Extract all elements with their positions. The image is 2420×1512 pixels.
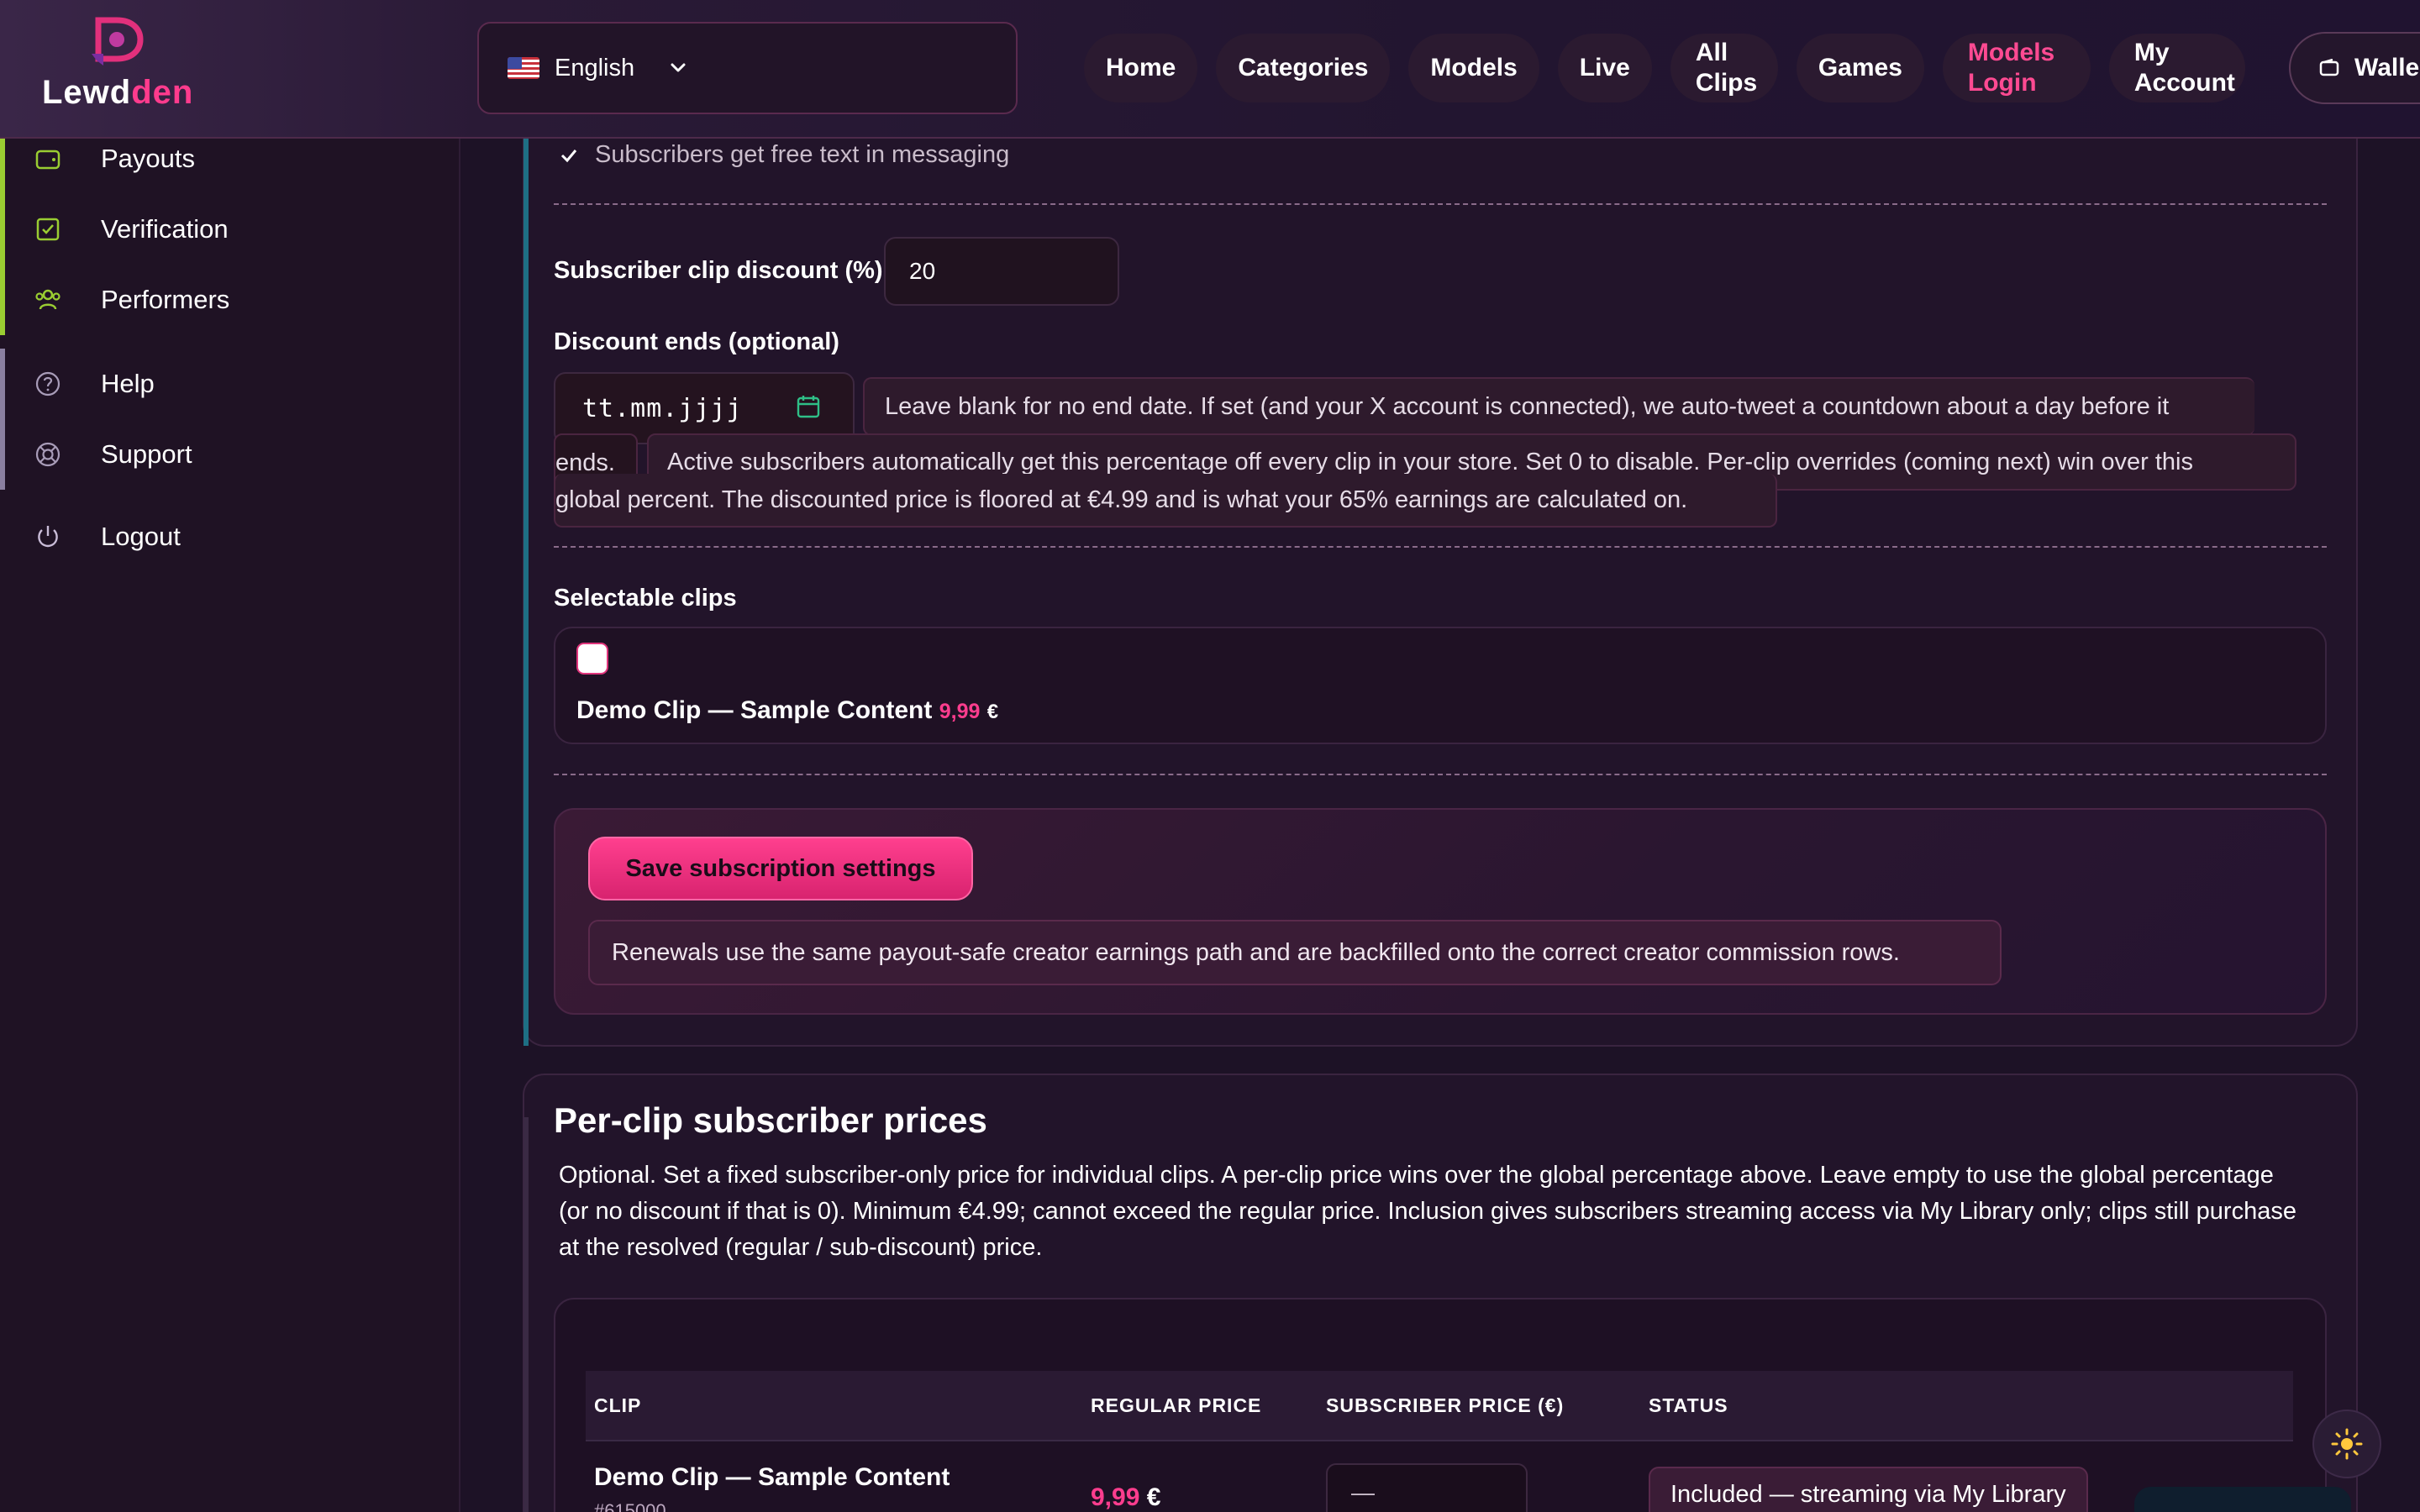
nav-categories[interactable]: Categories bbox=[1216, 34, 1391, 102]
nav-models-login[interactable]: Models Login bbox=[1942, 34, 2091, 102]
selectable-clips-label: Selectable clips bbox=[554, 585, 737, 612]
logo[interactable]: Lewdden bbox=[42, 17, 193, 113]
discount-hint-cont: global percent. The discounted price is … bbox=[554, 474, 1777, 528]
sidebar-item-performers[interactable]: Performers bbox=[0, 265, 460, 335]
nav-all-clips[interactable]: All Clips bbox=[1670, 34, 1778, 102]
sidebar-item-label: Performers bbox=[101, 285, 230, 314]
divider bbox=[554, 774, 2327, 775]
top-header: Lewdden English Home Categories Models L… bbox=[0, 0, 2420, 139]
wallet-label: Walle bbox=[2354, 54, 2420, 81]
end-date-hint: Leave blank for no end date. If set (and… bbox=[863, 377, 2254, 436]
discount-ends-label: Discount ends (optional) bbox=[554, 328, 839, 355]
users-icon bbox=[35, 289, 60, 310]
column-regular-price: REGULAR PRICE bbox=[1091, 1394, 1262, 1416]
column-clip: CLIP bbox=[594, 1394, 642, 1416]
row-action-button[interactable] bbox=[2134, 1487, 2351, 1512]
clip-title: Demo Clip — Sample Content bbox=[576, 696, 933, 724]
check-square-icon bbox=[36, 218, 60, 241]
selectable-clips-list bbox=[554, 627, 2327, 744]
active-bar bbox=[0, 265, 5, 335]
sidebar-item-logout[interactable]: Logout bbox=[0, 501, 460, 572]
sidebar-item-help[interactable]: Help bbox=[0, 349, 460, 419]
sun-icon bbox=[2331, 1428, 2363, 1460]
save-subscription-settings-button[interactable]: Save subscription settings bbox=[588, 837, 973, 900]
clip-option: Demo Clip — Sample Content 9,99 € bbox=[576, 696, 998, 725]
free-text-label: Subscribers get free text in messaging bbox=[595, 141, 1010, 168]
language-select[interactable]: English bbox=[477, 22, 1018, 114]
sidebar: Payouts Verification Performers Help Sup… bbox=[0, 123, 460, 1512]
nav-home[interactable]: Home bbox=[1084, 34, 1198, 102]
sidebar-item-label: Support bbox=[101, 439, 192, 469]
checkmark-icon bbox=[560, 149, 577, 162]
language-label: English bbox=[555, 54, 635, 81]
sidebar-item-label: Verification bbox=[101, 214, 229, 244]
status-badge: Included — streaming via My Library bbox=[1649, 1467, 2088, 1512]
section-description: Optional. Set a fixed subscriber-only pr… bbox=[559, 1162, 2296, 1261]
clip-currency: € bbox=[986, 701, 999, 723]
clip-checkbox[interactable] bbox=[576, 643, 608, 675]
calendar-icon[interactable] bbox=[795, 393, 822, 420]
row-clip-title: Demo Clip — Sample Content bbox=[594, 1463, 950, 1491]
wallet-icon bbox=[2319, 59, 2339, 76]
lifebuoy-icon bbox=[35, 442, 60, 467]
nav-models[interactable]: Models bbox=[1408, 34, 1539, 102]
row-regular-price: 9,99 € bbox=[1091, 1483, 1160, 1512]
renewal-note: Renewals use the same payout-safe creato… bbox=[588, 920, 2002, 985]
row-clip-id: #615000 bbox=[594, 1500, 666, 1512]
us-flag-icon bbox=[508, 57, 539, 79]
divider bbox=[554, 203, 2327, 205]
logo-mark-icon bbox=[92, 17, 144, 66]
card-accent-bar bbox=[523, 139, 529, 1046]
power-icon bbox=[38, 526, 58, 548]
theme-toggle-button[interactable] bbox=[2312, 1410, 2381, 1478]
card-accent-bar bbox=[523, 1117, 529, 1512]
free-text-option[interactable]: Subscribers get free text in messaging bbox=[558, 141, 1009, 169]
group-bar bbox=[0, 349, 5, 419]
sidebar-item-label: Payouts bbox=[101, 144, 196, 173]
wallet-icon bbox=[35, 150, 60, 170]
nav-live[interactable]: Live bbox=[1557, 34, 1652, 102]
discount-label: Subscriber clip discount (%) bbox=[554, 257, 883, 284]
subscriber-price-input[interactable]: — bbox=[1326, 1463, 1528, 1512]
logo-text: Lewdden bbox=[42, 74, 194, 111]
active-bar bbox=[0, 194, 5, 265]
clip-price: 9,99 bbox=[939, 700, 981, 723]
sidebar-item-label: Help bbox=[101, 369, 155, 398]
price-value: 9,99 bbox=[1091, 1483, 1140, 1511]
nav-my-account[interactable]: My Account bbox=[2108, 34, 2245, 102]
column-subscriber-price: SUBSCRIBER PRICE (€) bbox=[1326, 1394, 1565, 1416]
main-nav: Home Categories Models Live All Clips Ga… bbox=[1084, 34, 2245, 102]
price-currency: € bbox=[1146, 1483, 1161, 1511]
sidebar-item-support[interactable]: Support bbox=[0, 419, 460, 490]
help-circle-icon bbox=[35, 371, 60, 396]
chevron-down-icon bbox=[671, 63, 686, 72]
section-title: Per-clip subscriber prices bbox=[554, 1100, 987, 1140]
sidebar-item-verification[interactable]: Verification bbox=[0, 194, 460, 265]
nav-games[interactable]: Games bbox=[1796, 34, 1924, 102]
wallet-button[interactable]: Walle bbox=[2289, 32, 2420, 104]
divider bbox=[554, 546, 2327, 548]
discount-input[interactable]: 20 bbox=[884, 237, 1119, 306]
group-bar bbox=[0, 419, 5, 490]
column-status: STATUS bbox=[1649, 1394, 1728, 1416]
sidebar-item-label: Logout bbox=[101, 522, 181, 551]
